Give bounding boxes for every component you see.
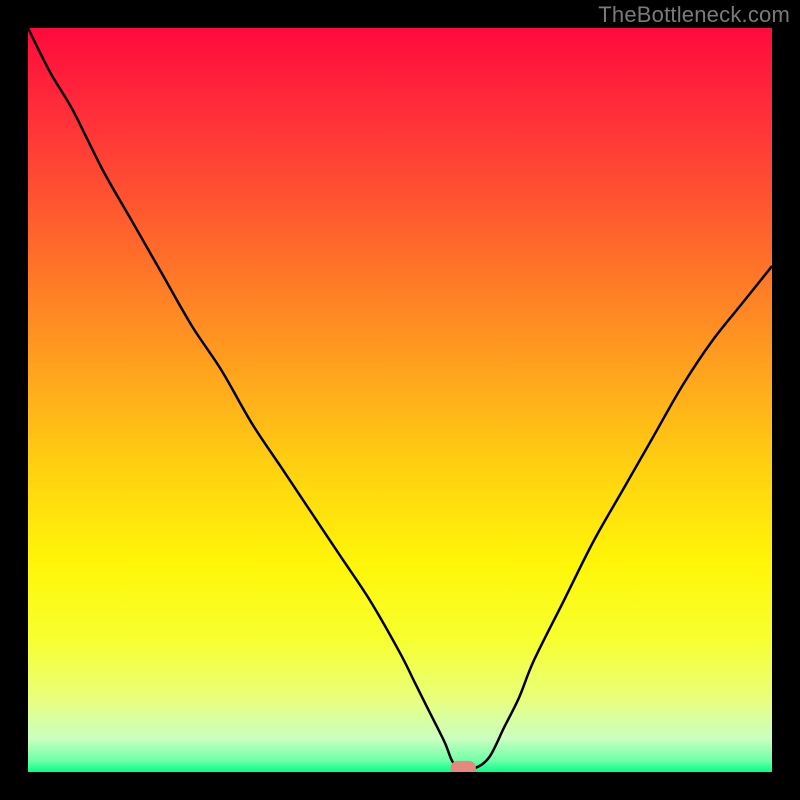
watermark-text: TheBottleneck.com bbox=[598, 2, 790, 28]
chart-frame bbox=[28, 28, 772, 772]
optimum-marker bbox=[451, 761, 476, 772]
chart-canvas bbox=[28, 28, 772, 772]
gradient-background bbox=[28, 28, 772, 772]
